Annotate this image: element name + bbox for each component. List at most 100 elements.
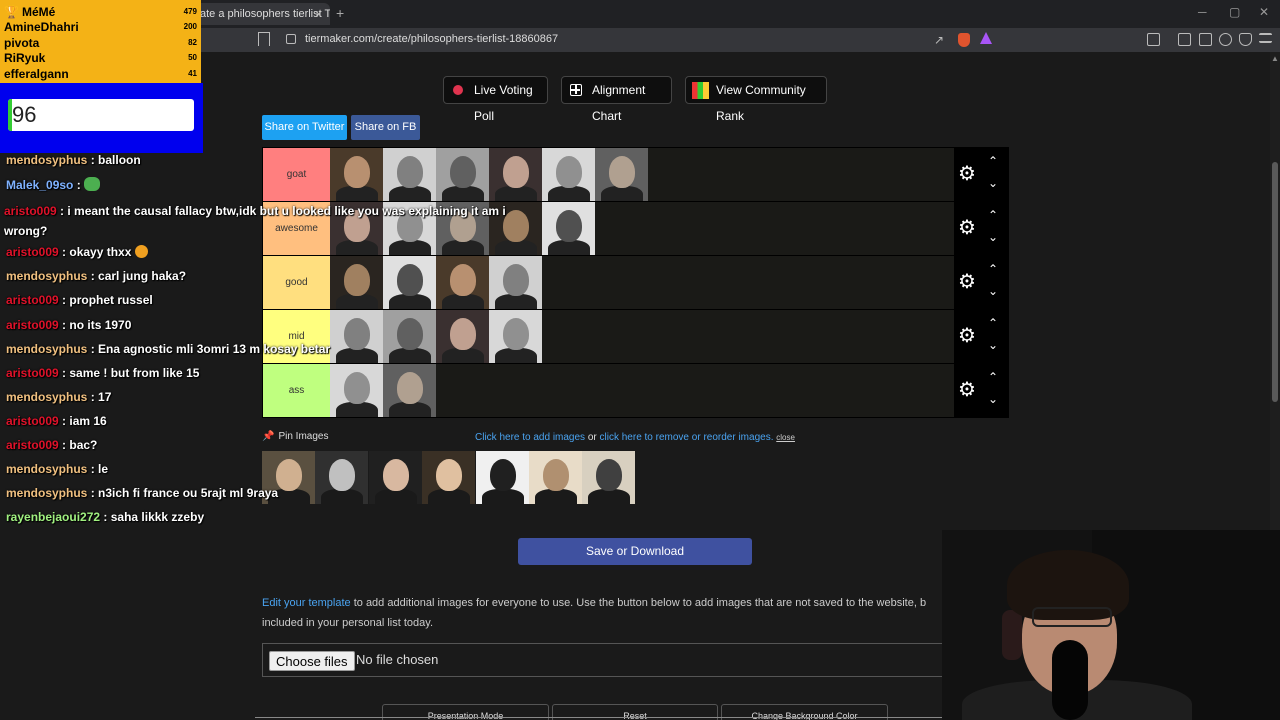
tier-controls: ⚙ ⌃ ⌄ (954, 202, 1008, 255)
move-down-icon[interactable]: ⌄ (988, 230, 998, 244)
glasses (1032, 607, 1112, 627)
alignment-chart-button[interactable]: Alignment Chart (561, 76, 672, 123)
browser-tab[interactable]: ate a philosophers tierlist Ti × (190, 3, 330, 25)
move-down-icon[interactable]: ⌄ (988, 392, 998, 406)
move-down-icon[interactable]: ⌄ (988, 338, 998, 352)
scroll-up-icon[interactable]: ▲ (1271, 54, 1279, 63)
chat-username[interactable]: aristo009 (6, 245, 59, 259)
leaderboard-row: 🏆 MéMé 479 (4, 5, 197, 20)
bookmark-icon[interactable] (258, 32, 270, 46)
move-up-icon[interactable]: ⌃ (988, 316, 998, 330)
chat-message: rayenbejaoui272 : saha likkk zzeby (6, 510, 204, 524)
chat-message: aristo009 : i meant the causal fallacy b… (4, 201, 514, 241)
site-settings-icon[interactable] (286, 34, 296, 44)
chat-username[interactable]: Malek_09so (6, 178, 73, 192)
share-icon[interactable]: ↗ (934, 33, 944, 47)
chat-username[interactable]: mendosyphus (6, 269, 87, 283)
menu-icon[interactable] (1259, 33, 1272, 43)
philosopher-image[interactable] (542, 148, 595, 201)
leaderboard-username: AmineDhahri (4, 20, 79, 35)
chat-text: : n3ich fi france ou 5rajt ml 9raya (87, 486, 279, 501)
tab-close-icon[interactable]: × (315, 3, 322, 25)
or-text: or (585, 432, 600, 443)
edit-template-link[interactable]: Edit your template (262, 597, 351, 609)
gear-icon[interactable]: ⚙ (958, 380, 976, 400)
leaderboard-name: AmineDhahri (4, 20, 79, 34)
leo-ai-icon[interactable] (1219, 33, 1232, 46)
move-up-icon[interactable]: ⌃ (988, 154, 998, 168)
maximize-icon[interactable]: ▢ (1229, 5, 1240, 19)
chat-text: : bac? (58, 438, 98, 452)
move-down-icon[interactable]: ⌄ (988, 284, 998, 298)
chat-text: : no its 1970 (58, 317, 132, 332)
url-field[interactable]: tiermaker.com/create/philosophers-tierli… (305, 33, 558, 45)
move-up-icon[interactable]: ⌃ (988, 208, 998, 222)
chat-username[interactable]: mendosyphus (6, 462, 87, 476)
vote-counter: 96 (8, 99, 194, 131)
philosopher-image[interactable] (542, 202, 595, 255)
chat-username[interactable]: mendosyphus (6, 390, 87, 404)
share-twitter-button[interactable]: Share on Twitter (262, 115, 347, 140)
gear-icon[interactable]: ⚙ (958, 218, 976, 238)
wallet-icon[interactable] (1199, 33, 1212, 46)
gear-icon[interactable]: ⚙ (958, 272, 976, 292)
philosopher-image[interactable] (582, 451, 636, 504)
save-or-download-button[interactable]: Save or Download (518, 538, 752, 565)
chat-text: : iam 16 (58, 413, 107, 428)
philosopher-image[interactable] (595, 148, 648, 201)
microphone (1052, 640, 1088, 720)
window-close-icon[interactable]: ✕ (1259, 5, 1269, 19)
chat-username[interactable]: aristo009 (6, 414, 59, 428)
tier-controls: ⚙ ⌃ ⌄ (954, 148, 1008, 201)
view-community-rank-button[interactable]: View Community Rank (685, 76, 827, 123)
philosopher-image[interactable] (529, 451, 582, 504)
media-icon[interactable] (1147, 33, 1160, 46)
gear-icon[interactable]: ⚙ (958, 326, 976, 346)
scrollbar-thumb[interactable] (1272, 162, 1278, 402)
choose-files-button[interactable]: Choose files (269, 651, 355, 671)
chat-username[interactable]: mendosyphus (6, 342, 87, 356)
vpn-shield-icon[interactable] (1239, 33, 1252, 46)
tier-controls: ⚙ ⌃ ⌄ (954, 256, 1008, 309)
new-tab-button[interactable]: + (336, 5, 344, 21)
portrait-body (548, 186, 590, 201)
leaderboard-name: pivota (4, 36, 39, 50)
move-up-icon[interactable]: ⌃ (988, 262, 998, 276)
chat-username[interactable]: aristo009 (6, 438, 59, 452)
emoji-icon (134, 245, 148, 259)
chat-text: : i meant the causal fallacy btw,idk but… (4, 204, 506, 239)
chat-username[interactable]: mendosyphus (6, 153, 87, 167)
chat-message: mendosyphus : le (6, 462, 108, 476)
gear-icon[interactable]: ⚙ (958, 164, 976, 184)
chat-username[interactable]: rayenbejaoui272 (6, 510, 100, 524)
chat-username[interactable]: aristo009 (6, 293, 59, 307)
move-down-icon[interactable]: ⌄ (988, 176, 998, 190)
close-link[interactable]: close (776, 433, 795, 442)
leaderboard-row: AmineDhahri 200 (4, 20, 197, 35)
move-up-icon[interactable]: ⌃ (988, 370, 998, 384)
leaderboard-username: RiRyuk (4, 51, 46, 66)
chat-message: Malek_09so : (6, 177, 101, 192)
chat-username[interactable]: aristo009 (6, 318, 59, 332)
chat-username[interactable]: mendosyphus (6, 486, 87, 500)
minimize-icon[interactable]: ─ (1198, 5, 1207, 19)
chat-text: : prophet russel (58, 293, 153, 308)
chat-text: : le (87, 462, 109, 477)
chat-username[interactable]: aristo009 (4, 204, 57, 218)
leaderboard-name: efferalgann (4, 67, 69, 81)
chat-message: aristo009 : iam 16 (6, 414, 107, 428)
sidebar-icon[interactable] (1178, 33, 1191, 46)
chat-username[interactable]: aristo009 (6, 366, 59, 380)
emote-icon (84, 177, 101, 192)
portrait-body (588, 489, 631, 504)
portrait-head (609, 156, 635, 188)
brave-shields-icon[interactable] (958, 33, 970, 47)
chat-message: aristo009 : prophet russel (6, 293, 153, 307)
vote-progress-fill (8, 99, 12, 131)
live-voting-poll-button[interactable]: Live Voting Poll (443, 76, 548, 123)
chat-text: : 17 (87, 389, 112, 404)
remove-images-link[interactable]: click here to remove or reorder images. (600, 432, 774, 443)
brave-rewards-icon[interactable] (980, 32, 992, 44)
share-fb-button[interactable]: Share on FB (351, 115, 420, 140)
leaderboard-username: efferalgann (4, 66, 69, 81)
